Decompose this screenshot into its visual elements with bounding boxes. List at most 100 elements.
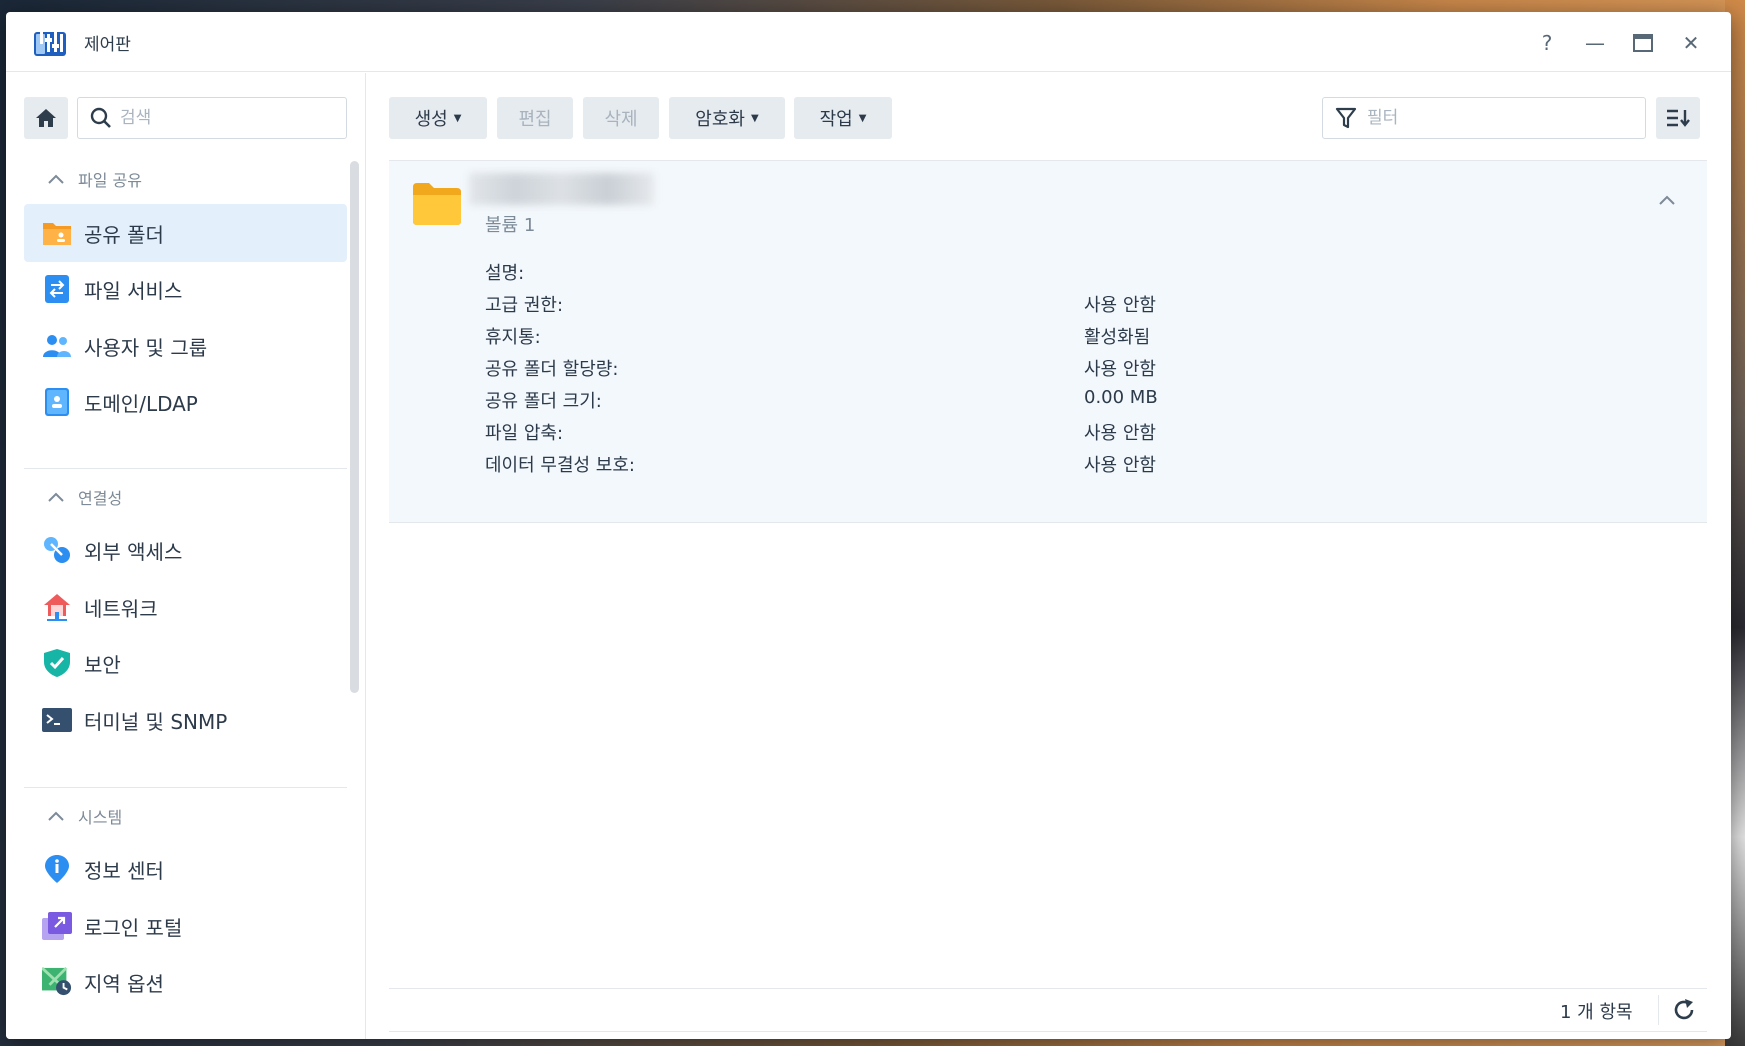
- shared-folder-row[interactable]: 볼륨 1 설명: 고급 권한: 사용 안함 휴지통: 활성화됨 공유 폴더 할당…: [389, 161, 1707, 523]
- search-icon: [90, 107, 111, 128]
- sidebar-item-label: 정보 센터: [84, 858, 164, 883]
- sidebar-item-terminal-snmp[interactable]: 터미널 및 SNMP: [24, 691, 347, 749]
- section-connectivity[interactable]: 연결성: [46, 483, 122, 511]
- create-button[interactable]: 생성 ▼: [389, 97, 487, 139]
- caret-down-icon: ▼: [453, 112, 462, 124]
- chevron-up-icon: [48, 174, 64, 184]
- folder-name-blurred: [469, 173, 654, 205]
- sidebar-item-label: 로그인 포털: [84, 915, 183, 940]
- sort-button[interactable]: [1656, 97, 1700, 139]
- encryption-button[interactable]: 암호화 ▼: [669, 97, 785, 139]
- sidebar-item-users-groups[interactable]: 사용자 및 그룹: [24, 317, 347, 375]
- sidebar-divider: [24, 468, 347, 469]
- control-panel-window: 제어판 ? — ✕ 파일 공유: [6, 12, 1731, 1039]
- chevron-up-icon[interactable]: [1655, 191, 1679, 211]
- search-input[interactable]: [120, 108, 320, 128]
- encryption-label: 암호화: [695, 109, 745, 130]
- prop-recycle-bin-label: 휴지통:: [485, 327, 541, 348]
- sidebar-item-label: 파일 서비스: [84, 278, 183, 303]
- section-file-sharing[interactable]: 파일 공유: [46, 165, 142, 193]
- caret-down-icon: ▼: [750, 112, 759, 124]
- sidebar: 파일 공유 공유 폴더 파일 서비스 사용자 및 그룹 도메인/LDAP: [6, 73, 366, 1039]
- footer-separator: [1658, 995, 1659, 1025]
- sidebar-item-label: 터미널 및 SNMP: [84, 709, 228, 734]
- prop-description-label: 설명:: [485, 263, 525, 284]
- prop-advanced-permissions-value: 사용 안함: [1084, 295, 1156, 316]
- sidebar-item-label: 네트워크: [84, 596, 158, 621]
- item-count: 1 개 항목: [1560, 1002, 1633, 1023]
- close-icon[interactable]: ✕: [1678, 30, 1704, 56]
- section-system[interactable]: 시스템: [46, 802, 122, 830]
- sidebar-item-info-center[interactable]: 정보 센터: [24, 840, 347, 898]
- sidebar-item-label: 보안: [84, 652, 121, 677]
- prop-data-integrity-label: 데이터 무결성 보호:: [485, 455, 635, 476]
- filter-box[interactable]: [1322, 97, 1646, 139]
- control-panel-app-icon: [34, 28, 66, 56]
- footer-top-border: [389, 988, 1707, 989]
- section-label: 시스템: [78, 808, 123, 827]
- refresh-icon[interactable]: [1671, 997, 1697, 1023]
- maximize-icon[interactable]: [1630, 30, 1656, 56]
- regional-options-icon: [42, 967, 72, 997]
- prop-advanced-permissions-label: 고급 권한:: [485, 295, 564, 316]
- sidebar-item-login-portal[interactable]: 로그인 포털: [24, 897, 347, 955]
- delete-label: 삭제: [604, 109, 638, 130]
- sidebar-item-shared-folder[interactable]: 공유 폴더: [24, 204, 347, 262]
- sort-icon: [1667, 109, 1690, 127]
- prop-recycle-bin-value: 활성화됨: [1084, 327, 1151, 348]
- sidebar-divider: [24, 787, 347, 788]
- filter-icon: [1335, 107, 1357, 129]
- sidebar-item-file-services[interactable]: 파일 서비스: [24, 260, 347, 318]
- file-services-icon: [42, 274, 72, 304]
- title-bar: 제어판 ? — ✕: [6, 12, 1731, 72]
- filter-input[interactable]: [1367, 108, 1617, 128]
- sidebar-item-label: 공유 폴더: [84, 222, 164, 247]
- sidebar-item-label: 외부 액세스: [84, 539, 183, 564]
- section-label: 연결성: [78, 489, 123, 508]
- folder-icon: [413, 183, 461, 225]
- prop-data-integrity-value: 사용 안함: [1084, 455, 1156, 476]
- chevron-up-icon: [48, 492, 64, 502]
- help-icon[interactable]: ?: [1534, 30, 1560, 56]
- main-panel: 생성 ▼ 편집 삭제 암호화 ▼ 작업 ▼ 필터 볼륨 1 설명: 고급 권한:…: [367, 73, 1731, 1039]
- login-portal-icon: [42, 911, 72, 941]
- caret-down-icon: ▼: [858, 112, 867, 124]
- sidebar-scrollbar[interactable]: [350, 161, 359, 693]
- prop-quota-value: 사용 안함: [1084, 359, 1156, 380]
- prop-compression-value: 사용 안함: [1084, 423, 1156, 444]
- prop-size-label: 공유 폴더 크기:: [485, 391, 602, 412]
- shared-folder-icon: [42, 218, 72, 248]
- home-icon: [36, 109, 56, 127]
- edit-button[interactable]: 편집: [497, 97, 573, 139]
- chevron-up-icon: [48, 811, 64, 821]
- folder-volume: 볼륨 1: [485, 215, 536, 236]
- section-label: 파일 공유: [78, 171, 142, 190]
- minimize-icon[interactable]: —: [1582, 30, 1608, 56]
- info-center-icon: [42, 854, 72, 884]
- sidebar-item-label: 지역 옵션: [84, 971, 164, 996]
- delete-button[interactable]: 삭제: [583, 97, 659, 139]
- prop-size-value: 0.00 MB: [1084, 387, 1158, 408]
- footer-bottom-border: [389, 1031, 1707, 1032]
- domain-ldap-icon: [42, 387, 72, 417]
- home-button[interactable]: [24, 97, 68, 139]
- edit-label: 편집: [518, 109, 552, 130]
- sidebar-item-label: 도메인/LDAP: [84, 391, 198, 416]
- security-shield-icon: [42, 648, 72, 678]
- sidebar-item-security[interactable]: 보안: [24, 634, 347, 692]
- terminal-icon: [42, 705, 72, 735]
- sidebar-item-network[interactable]: 네트워크: [24, 578, 347, 636]
- prop-compression-label: 파일 압축:: [485, 423, 564, 444]
- sidebar-item-external-access[interactable]: 외부 액세스: [24, 521, 347, 579]
- action-label: 작업: [819, 109, 853, 130]
- network-icon: [42, 592, 72, 622]
- prop-quota-label: 공유 폴더 할당량:: [485, 359, 619, 380]
- sidebar-item-label: 사용자 및 그룹: [84, 335, 208, 360]
- create-label: 생성: [414, 109, 448, 130]
- users-groups-icon: [42, 331, 72, 361]
- sidebar-search[interactable]: [77, 97, 347, 139]
- sidebar-item-regional-options[interactable]: 지역 옵션: [24, 953, 347, 1011]
- window-title: 제어판: [84, 35, 131, 55]
- sidebar-item-domain-ldap[interactable]: 도메인/LDAP: [24, 373, 347, 431]
- action-button[interactable]: 작업 ▼: [794, 97, 892, 139]
